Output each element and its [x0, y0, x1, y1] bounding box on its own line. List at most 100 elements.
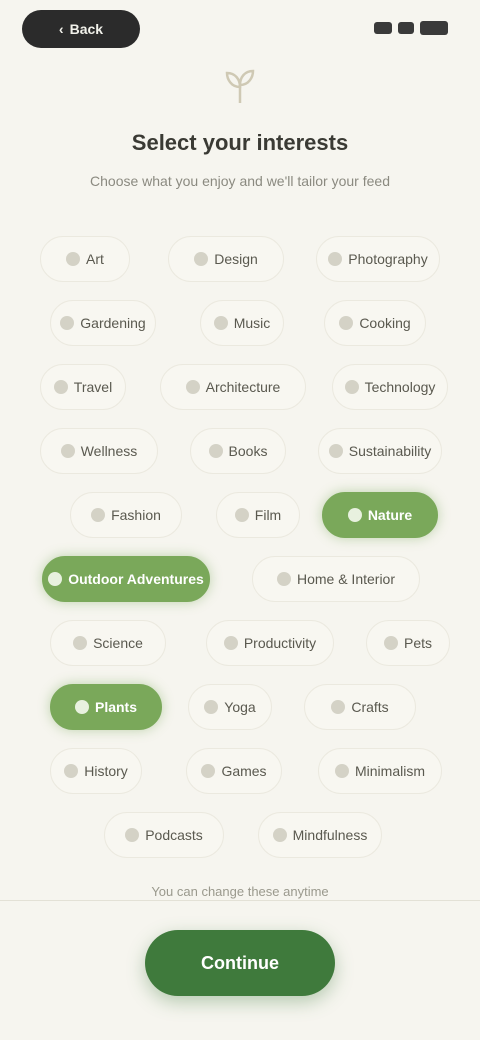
chip-label: Minimalism: [355, 763, 425, 779]
interest-chip[interactable]: Sustainability: [318, 428, 442, 474]
chip-label: Home & Interior: [296, 571, 396, 587]
back-button[interactable]: ‹ Back: [22, 10, 140, 48]
chip-label: Sustainability: [348, 443, 432, 459]
back-label: Back: [69, 21, 104, 37]
chip-icon: [74, 700, 89, 714]
chip-label: Crafts: [351, 699, 389, 715]
interest-chip[interactable]: Film: [216, 492, 300, 538]
chip-icon: [64, 764, 79, 778]
chip-row: Plants Yoga Crafts: [0, 684, 480, 734]
interest-chip[interactable]: Outdoor Adventures: [42, 556, 210, 602]
interest-chip[interactable]: Photography: [316, 236, 440, 282]
footer-note: You can change these anytime: [151, 884, 329, 899]
interest-chip[interactable]: Gardening: [50, 300, 156, 346]
chip-icon: [272, 828, 287, 842]
chip-icon: [125, 828, 140, 842]
chip-icon: [60, 316, 75, 330]
chip-icon: [335, 764, 349, 778]
chip-label: Technology: [364, 379, 436, 395]
chip-row: Fashion Film Nature: [0, 492, 480, 542]
chip-label: Science: [93, 635, 143, 651]
interest-chip[interactable]: Art: [40, 236, 130, 282]
top-bar: ‹ Back: [0, 0, 480, 60]
interest-chip[interactable]: Productivity: [206, 620, 334, 666]
interest-chip[interactable]: Yoga: [188, 684, 272, 730]
chip-icon: [331, 700, 346, 714]
bottom-divider: [0, 900, 480, 901]
chip-label: Wellness: [80, 443, 138, 459]
chip-row: Gardening Music Cooking: [0, 300, 480, 350]
interest-chip[interactable]: Fashion: [70, 492, 182, 538]
interest-chip[interactable]: Music: [200, 300, 284, 346]
chip-label: Pets: [403, 635, 432, 651]
chip-row: Outdoor Adventures Home & Interior: [0, 556, 480, 606]
continue-button[interactable]: Continue: [145, 930, 335, 996]
wifi-icon: [398, 22, 414, 34]
chip-icon: [48, 572, 63, 586]
chip-label: Games: [221, 763, 267, 779]
chip-icon: [276, 572, 291, 586]
page-subtitle: Choose what you enjoy and we'll tailor y…: [90, 173, 390, 189]
chip-label: Fashion: [111, 507, 161, 523]
interest-chip[interactable]: Cooking: [324, 300, 426, 346]
chip-icon: [339, 316, 354, 330]
interest-chip[interactable]: Books: [190, 428, 286, 474]
interest-chip[interactable]: History: [50, 748, 142, 794]
chip-row: Wellness Books Sustainability: [0, 428, 480, 478]
interest-chip[interactable]: Home & Interior: [252, 556, 420, 602]
chip-label: Podcasts: [145, 827, 203, 843]
chip-label: Nature: [367, 507, 413, 523]
chip-icon: [66, 252, 81, 266]
interest-chip[interactable]: Plants: [50, 684, 162, 730]
chip-row: Science Productivity Pets: [0, 620, 480, 670]
chip-icon: [73, 636, 88, 650]
chip-icon: [344, 380, 359, 394]
chip-label: Photography: [348, 251, 428, 267]
interest-chip[interactable]: Mindfulness: [258, 812, 382, 858]
chip-icon: [328, 252, 343, 266]
chip-label: Film: [254, 507, 282, 523]
chip-label: Travel: [73, 379, 113, 395]
interest-chip[interactable]: Games: [186, 748, 282, 794]
interests-screen: ‹ Back Select your interests Choose what…: [0, 0, 480, 1040]
chip-label: History: [84, 763, 128, 779]
chip-icon: [208, 444, 223, 458]
chip-label: Architecture: [205, 379, 281, 395]
chip-icon: [213, 316, 228, 330]
interest-chip[interactable]: Crafts: [304, 684, 416, 730]
chip-icon: [53, 380, 68, 394]
chip-label: Plants: [94, 699, 137, 715]
chip-row: Travel Architecture Technology: [0, 364, 480, 414]
chip-label: Books: [228, 443, 268, 459]
chip-icon: [91, 508, 106, 522]
chip-icon: [383, 636, 398, 650]
chip-icon: [223, 636, 238, 650]
interest-chip[interactable]: Technology: [332, 364, 448, 410]
chip-label: Design: [214, 251, 258, 267]
interest-chip[interactable]: Pets: [366, 620, 450, 666]
chip-icon: [201, 764, 216, 778]
battery-icon: [420, 21, 448, 35]
chip-row: Podcasts Mindfulness: [0, 812, 480, 862]
back-arrow-icon: ‹: [58, 21, 64, 37]
page-title: Select your interests: [131, 130, 349, 155]
chip-icon: [185, 380, 200, 394]
chip-label: Gardening: [80, 315, 146, 331]
interest-chip[interactable]: Minimalism: [318, 748, 442, 794]
chip-icon: [328, 444, 343, 458]
interest-chip[interactable]: Wellness: [40, 428, 158, 474]
chip-label: Yoga: [224, 699, 256, 715]
interest-chip[interactable]: Travel: [40, 364, 126, 410]
interest-chip[interactable]: Design: [168, 236, 284, 282]
chip-label: Music: [233, 315, 271, 331]
chip-icon: [347, 508, 362, 522]
interest-chip[interactable]: Podcasts: [104, 812, 224, 858]
chip-label: Outdoor Adventures: [68, 571, 204, 587]
interest-chip[interactable]: Architecture: [160, 364, 306, 410]
chip-label: Mindfulness: [292, 827, 368, 843]
signal-icon: [374, 22, 392, 34]
interest-chip[interactable]: Science: [50, 620, 166, 666]
interest-chip[interactable]: Nature: [322, 492, 438, 538]
status-icons: [374, 16, 448, 40]
chip-label: Productivity: [243, 635, 317, 651]
